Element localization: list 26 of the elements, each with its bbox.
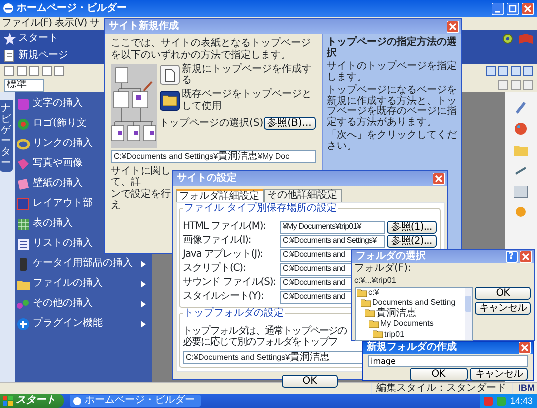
field-label: スタイルシート(Y): bbox=[183, 291, 265, 303]
brand-logo: IBM bbox=[518, 383, 535, 394]
window-title: フォルダの選択 bbox=[356, 250, 426, 262]
window-title: ホームページ・ビルダー bbox=[17, 2, 128, 14]
help-text: 「次へ」をクリックしてください。 bbox=[326, 131, 457, 152]
option-label: 新規にトップページを作成する bbox=[182, 64, 313, 86]
field-label: Java アプレット(J): bbox=[183, 249, 264, 261]
field-label: サウンド ファイル(S): bbox=[183, 277, 277, 289]
help-title: トップページの指定方法の選択 bbox=[326, 38, 457, 59]
field-label: 画像ファイル(I): bbox=[183, 235, 252, 247]
help-text: トップページになるページを新規に作成する方法と、トップページを既存のページに指定する方法があります。 bbox=[326, 86, 457, 128]
clock: 14:43 bbox=[510, 396, 533, 406]
intro-text: ここでは、サイトの表紙となるトップページを以下のいずれかの方法で指定します。 bbox=[111, 38, 312, 61]
window-title: サイト新規作成 bbox=[109, 20, 179, 32]
group-text: トップフォルダは、通常トップページの 必要に応じて別のフォルダをトップフ bbox=[183, 326, 347, 348]
window-title: サイトの設定 bbox=[177, 172, 237, 184]
field-label: スクリプト(C): bbox=[183, 263, 247, 275]
group-title: ファイル タイプ別保存場所の設定 bbox=[183, 204, 338, 214]
field-label: トップページの選択(S) bbox=[160, 118, 264, 130]
note-text: サイトに関して、詳 ンで設定を行え bbox=[111, 166, 172, 212]
field-label: HTML ファイル(M): bbox=[183, 221, 268, 233]
group-title: トップフォルダの設定 bbox=[183, 309, 285, 319]
option-label: 既存ページをトップページとして使用 bbox=[182, 89, 313, 112]
folder-path: c:¥...¥trip01 bbox=[354, 274, 398, 286]
field-label: フォルダ(F): bbox=[354, 263, 412, 274]
help-text: サイトのトップページを指定します。 bbox=[326, 62, 457, 83]
